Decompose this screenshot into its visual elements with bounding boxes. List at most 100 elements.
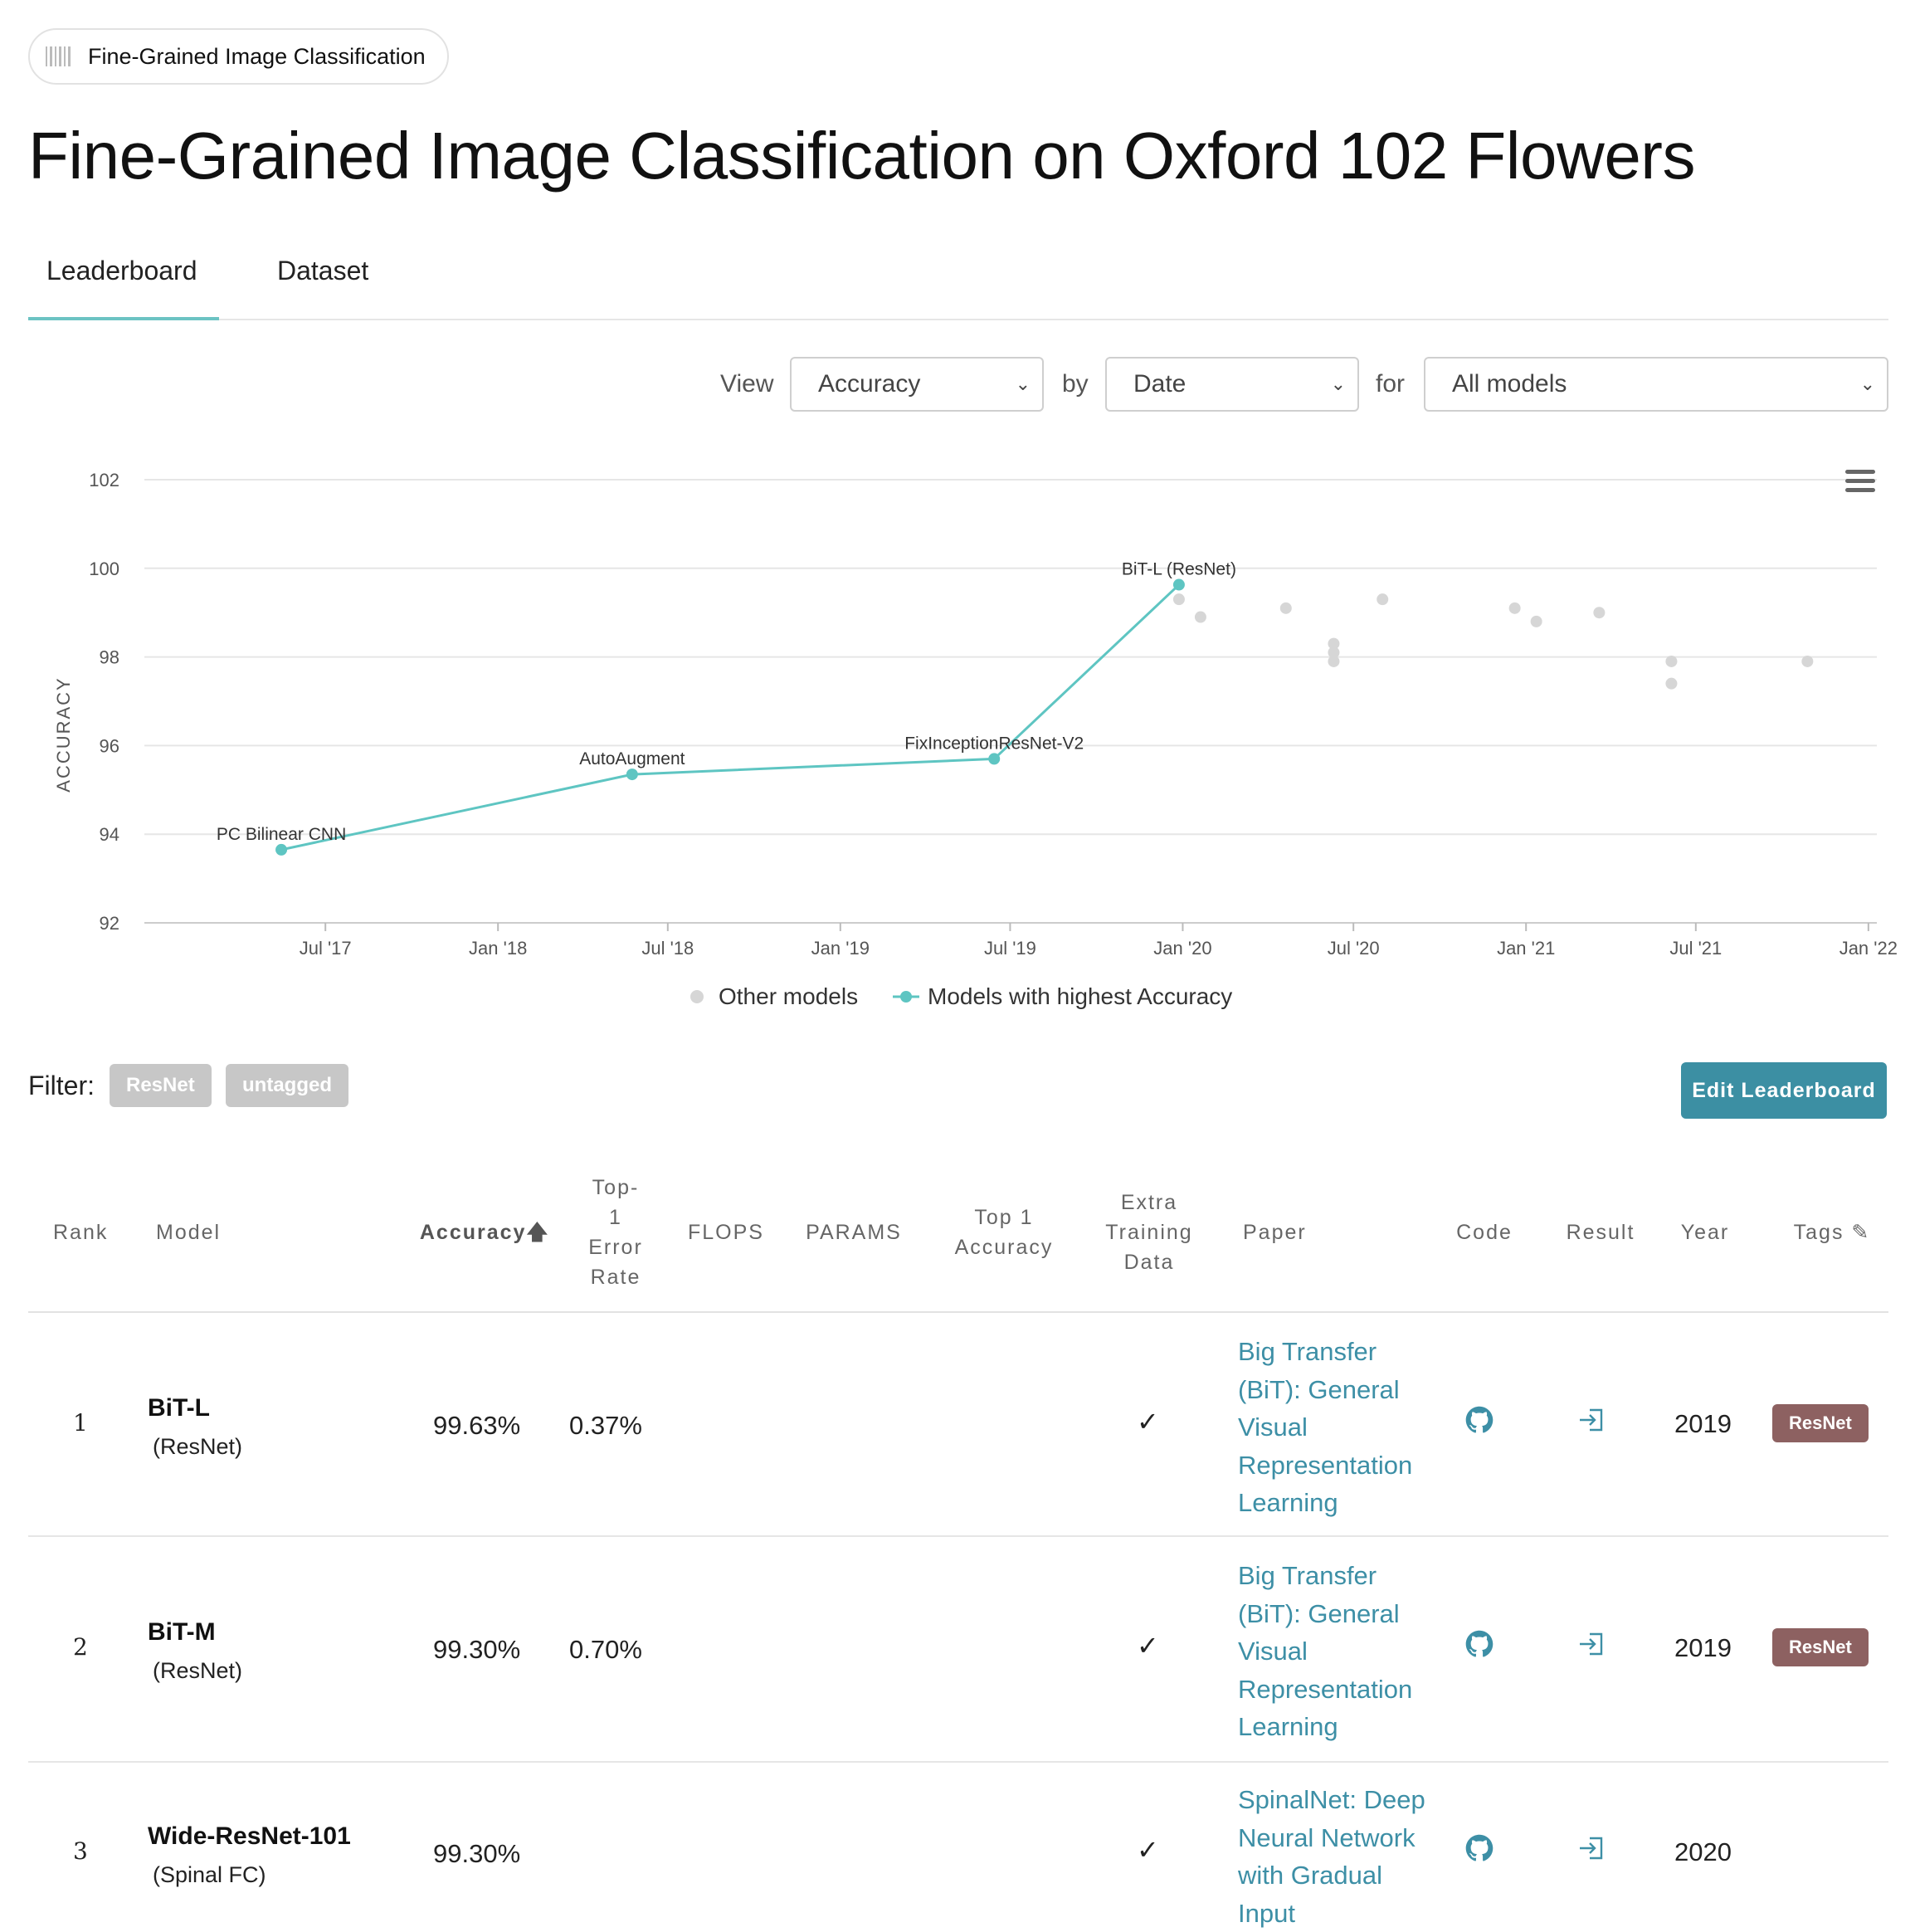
other-model-point	[1665, 677, 1678, 690]
y-tick-label: 102	[89, 470, 119, 490]
edit-icon[interactable]: ✎	[1851, 1217, 1870, 1247]
chart-svg: 92 94 96 98 100 102 Jul '17 Jan '18 Jul '18 Jan '…	[53, 470, 1898, 1009]
other-model-point	[1530, 615, 1542, 627]
tab-dataset[interactable]: Dataset	[277, 256, 368, 286]
other-model-point	[1377, 593, 1389, 606]
check-icon: ✓	[1137, 1407, 1159, 1437]
other-model-point	[1172, 593, 1185, 606]
top1-error-value: 0.70%	[569, 1635, 642, 1664]
legend-best-marker	[900, 991, 912, 1003]
paper-link[interactable]: Big Transfer (BiT): General Visual Repre…	[1238, 1333, 1429, 1522]
by-select[interactable]: Date ⌄	[1105, 357, 1359, 412]
legend-other-marker	[690, 990, 704, 1003]
accuracy-value: 99.30%	[433, 1635, 521, 1664]
chevron-down-icon: ⌄	[1859, 373, 1875, 394]
for-select-value: All models	[1452, 370, 1567, 398]
legend-best-label: Models with highest Accuracy	[928, 983, 1232, 1009]
model-name[interactable]: BiT-L	[148, 1394, 210, 1422]
header-params[interactable]: PARAMS	[792, 1154, 916, 1311]
chevron-down-icon: ⌄	[1330, 373, 1346, 394]
chart-menu-icon[interactable]	[1845, 470, 1875, 493]
task-chip[interactable]: Fine-Grained Image Classification	[28, 28, 449, 85]
view-select[interactable]: Accuracy ⌄	[790, 357, 1044, 412]
x-tick-label: Jan '20	[1153, 938, 1211, 959]
header-accuracy[interactable]: Accuracy 🡅	[418, 1154, 551, 1311]
top1-error-value: 0.37%	[569, 1411, 642, 1440]
edit-leaderboard-button[interactable]: Edit Leaderboard	[1681, 1062, 1887, 1119]
check-icon: ✓	[1137, 1835, 1159, 1865]
y-axis-title: ACCURACY	[53, 676, 74, 792]
header-paper: Paper	[1243, 1221, 1307, 1244]
model-name[interactable]: BiT-M	[148, 1618, 216, 1647]
y-tick-label: 98	[100, 647, 119, 668]
header-tags[interactable]: Tags ✎	[1774, 1154, 1890, 1311]
accuracy-value: 99.63%	[433, 1411, 521, 1440]
year: 2020	[1674, 1837, 1732, 1866]
x-tick-label: Jan '21	[1497, 938, 1555, 959]
rank: 1	[73, 1409, 88, 1437]
filter-tag-resnet[interactable]: ResNet	[110, 1064, 212, 1107]
check-icon: ✓	[1137, 1631, 1159, 1661]
by-label: by	[1062, 370, 1089, 398]
page: Fine-Grained Image Classification Fine-G…	[0, 0, 1915, 1928]
other-model-point	[1279, 602, 1292, 614]
table-row[interactable]: 3 Wide-ResNet-101 (Spinal FC) 99.30% ✓ S…	[28, 1763, 1888, 1929]
chart-controls: View Accuracy ⌄ by Date ⌄ for All models…	[0, 357, 1888, 413]
other-model-point	[1508, 602, 1521, 614]
best-model-point	[626, 768, 638, 781]
x-tick-label: Jul '21	[1669, 938, 1722, 959]
view-select-value: Accuracy	[818, 370, 921, 398]
by-select-value: Date	[1133, 370, 1187, 398]
chart: 92 94 96 98 100 102 Jul '17 Jan '18 Jul '18 Jan '…	[0, 448, 1915, 1029]
other-model-point	[1593, 607, 1606, 619]
sort-arrow-up-icon: 🡅	[526, 1221, 550, 1244]
header-model[interactable]: Model	[156, 1154, 280, 1311]
page-title: Fine-Grained Image Classification on Oxf…	[28, 119, 1695, 193]
other-model-point	[1801, 655, 1814, 667]
table-row[interactable]: 1 BiT-L (ResNet) 99.63% 0.37% ✓ Big Tran…	[28, 1313, 1888, 1537]
tag-badge[interactable]: ResNet	[1772, 1628, 1869, 1666]
year: 2019	[1674, 1409, 1732, 1438]
for-select[interactable]: All models ⌄	[1424, 357, 1888, 412]
other-model-point	[1665, 655, 1678, 667]
rank: 2	[73, 1633, 88, 1661]
github-icon[interactable]	[1465, 1834, 1494, 1862]
header-code: Code	[1456, 1221, 1513, 1244]
x-tick-label: Jul '20	[1328, 938, 1380, 959]
tag-badge[interactable]: ResNet	[1772, 1404, 1869, 1442]
header-year[interactable]: Year	[1659, 1154, 1751, 1311]
active-tab-indicator	[28, 317, 219, 320]
y-tick-label: 100	[89, 559, 119, 579]
github-icon[interactable]	[1465, 1406, 1494, 1434]
header-top1-accuracy[interactable]: Top 1 Accuracy	[938, 1154, 1070, 1311]
header-extra-training-data[interactable]: Extra Training Data	[1087, 1154, 1211, 1311]
model-name[interactable]: Wide-ResNet-101	[148, 1822, 351, 1851]
header-accuracy-label: Accuracy	[419, 1221, 527, 1244]
accuracy-value: 99.30%	[433, 1839, 521, 1868]
x-tick-label: Jan '19	[811, 938, 870, 959]
chevron-down-icon: ⌄	[1015, 373, 1031, 394]
tab-bar: Leaderboard Dataset	[28, 241, 1888, 320]
table-row[interactable]: 2 BiT-M (ResNet) 99.30% 0.70% ✓ Big Tran…	[28, 1537, 1888, 1763]
x-tick-label: Jul '19	[984, 938, 1036, 959]
best-model-label: FixInceptionResNet-V2	[904, 734, 1084, 753]
github-icon[interactable]	[1465, 1630, 1494, 1658]
result-link-icon[interactable]	[1578, 1408, 1605, 1432]
filter-label: Filter:	[28, 1071, 95, 1100]
model-variant: (ResNet)	[153, 1658, 243, 1683]
best-model-point	[988, 753, 1001, 765]
result-link-icon[interactable]	[1578, 1836, 1605, 1861]
best-model-label: PC Bilinear CNN	[217, 825, 346, 844]
task-chip-label: Fine-Grained Image Classification	[88, 43, 426, 69]
paper-link[interactable]: SpinalNet: Deep Neural Network with Grad…	[1238, 1781, 1437, 1932]
best-model-label: BiT-L (ResNet)	[1122, 560, 1236, 579]
paper-link[interactable]: Big Transfer (BiT): General Visual Repre…	[1238, 1557, 1429, 1746]
tab-leaderboard[interactable]: Leaderboard	[46, 256, 197, 286]
header-top1-error[interactable]: Top- 1 Error Rate	[566, 1154, 665, 1311]
header-flops[interactable]: FLOPS	[672, 1154, 780, 1311]
table-header: Rank Model Accuracy 🡅 Top- 1 Error Rate F…	[28, 1154, 1888, 1313]
filter-tag-untagged[interactable]: untagged	[226, 1064, 348, 1107]
header-rank[interactable]: Rank	[53, 1154, 136, 1311]
result-link-icon[interactable]	[1578, 1632, 1605, 1656]
best-model-point	[1172, 578, 1185, 591]
